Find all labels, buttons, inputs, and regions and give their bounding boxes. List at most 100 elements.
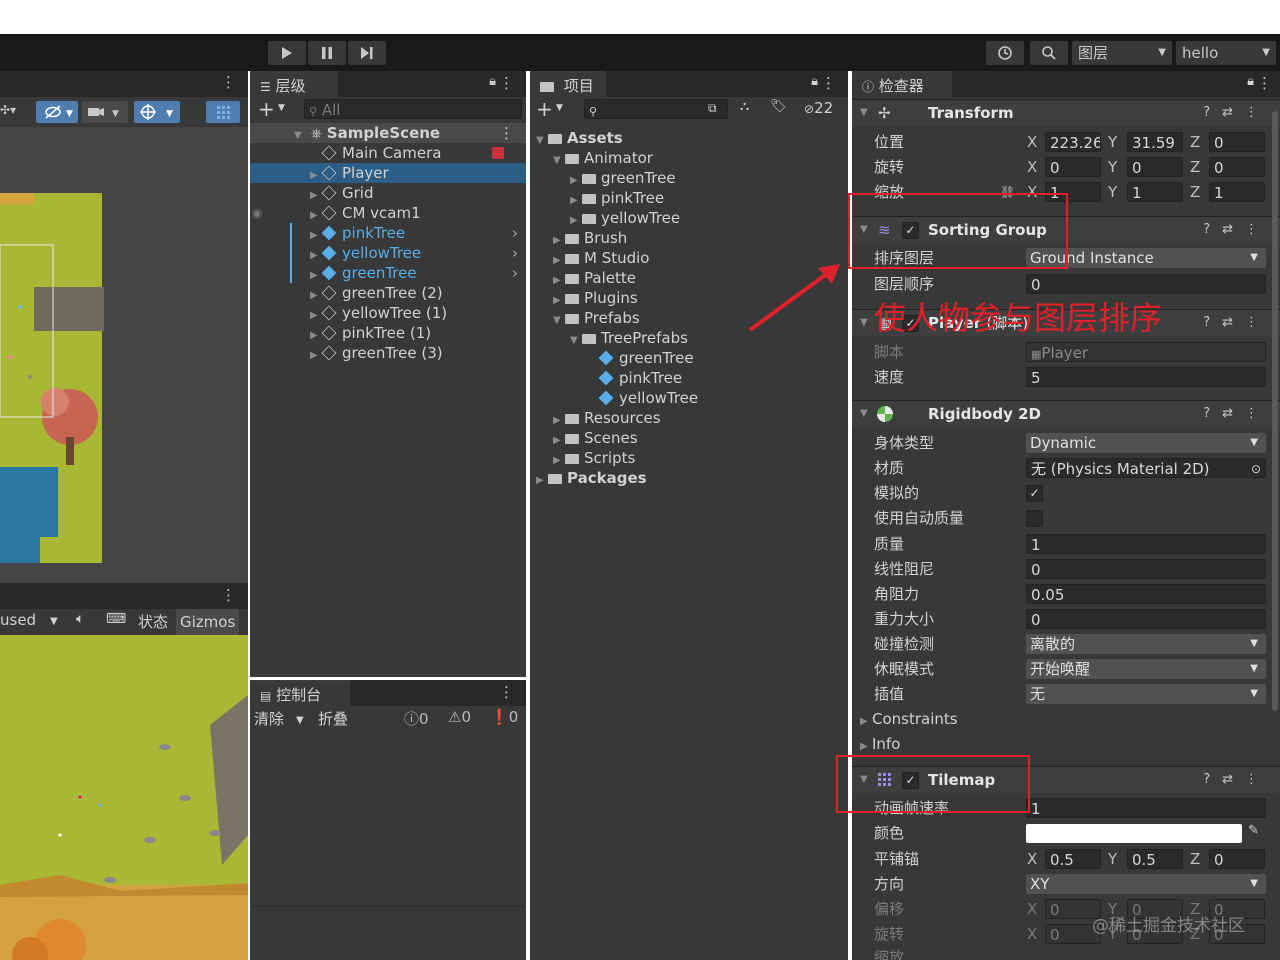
project-folder-item[interactable]: ▶ pinkTree [530,188,848,208]
component-menu-icons[interactable]: ?⇄⋮ [1203,401,1270,427]
anchor-z-field[interactable]: 0 [1209,849,1265,869]
angular-drag-field[interactable]: 0.05 [1026,584,1266,604]
rigidbody-header[interactable]: ▼ Rigidbody 2D ?⇄⋮ [852,400,1280,427]
chevron-down-icon[interactable]: ▼ [296,710,304,732]
inspector-scrollbar[interactable] [1272,111,1278,711]
position-x-field[interactable]: 223.26 [1045,132,1101,152]
more-menu-icon[interactable]: ⋮ [821,74,836,92]
tab-inspector[interactable]: ⓘ 检查器 [852,71,952,97]
project-folder-item[interactable]: ▶ Scripts [530,448,848,468]
hierarchy-item[interactable]: ▶ yellowTree › [250,243,526,263]
stats-button[interactable]: 状态 [138,611,168,632]
hierarchy-item[interactable]: ▶ pinkTree (1) [250,323,526,343]
type-filter-icon[interactable]: ⛬ [740,99,749,114]
project-prefab-item[interactable]: yellowTree [530,388,848,408]
project-folder-item[interactable]: ▶ greenTree [530,168,848,188]
hierarchy-item[interactable]: ▶ Grid [250,183,526,203]
object-picker-icon[interactable]: ⊙ [1251,459,1261,477]
chevron-right-icon[interactable]: › [512,263,518,283]
hierarchy-item[interactable]: ▶ yellowTree (1) [250,303,526,323]
auto-mass-checkbox[interactable] [1026,510,1043,527]
scene-view[interactable] [0,127,248,583]
body-type-dropdown[interactable]: Dynamic ▼ [1026,433,1266,453]
project-folder-item[interactable]: ▶ Packages [530,468,848,488]
grid-toggle[interactable] [206,101,240,123]
lock-icon[interactable]: 🔒︎ [1247,74,1254,89]
more-menu-icon[interactable]: ⋮ [221,586,236,604]
search-options-icon[interactable]: ⧉ [708,101,717,116]
hierarchy-search-input[interactable]: ⚲ All [304,99,522,119]
hierarchy-item[interactable]: Main Camera [250,143,526,163]
position-y-field[interactable]: 31.59 [1127,132,1183,152]
transform-header[interactable]: ▼ ✢ Transform ?⇄⋮ [852,99,1280,126]
history-button[interactable] [986,41,1024,65]
add-button[interactable]: + [258,97,275,121]
more-menu-icon[interactable]: ⋮ [499,123,514,143]
info-foldout[interactable]: ▶ Info [860,734,900,757]
position-z-field[interactable]: 0 [1209,132,1265,152]
color-swatch[interactable] [1026,824,1242,843]
scale-z-field[interactable]: 1 [1209,182,1265,202]
scale-y-field[interactable]: 1 [1127,182,1183,202]
project-folder-item[interactable]: ▶ Resources [530,408,848,428]
tab-project[interactable]: 项目 [530,71,606,97]
gravity-field[interactable]: 0 [1026,609,1266,629]
error-filter-button[interactable]: ❗0 [490,708,518,726]
speed-field[interactable]: 5 [1026,367,1266,387]
hierarchy-item[interactable]: ▶ pinkTree › [250,223,526,243]
component-menu-icons[interactable]: ?⇄⋮ [1203,310,1270,336]
eyedropper-icon[interactable]: ✎ [1248,823,1259,838]
collision-dropdown[interactable]: 离散的 ▼ [1026,634,1266,654]
layout-dropdown[interactable]: hello ▼ [1176,41,1276,65]
label-filter-icon[interactable]: 🏷︎ [770,99,787,114]
clear-button[interactable]: 清除 [254,708,284,729]
anchor-x-field[interactable]: 0.5 [1045,849,1101,869]
project-folder-item[interactable]: ▼ Assets [530,128,848,148]
move-tool-icon[interactable]: ✣▾ [0,103,16,117]
project-prefab-item[interactable]: greenTree [530,348,848,368]
resolution-dropdown[interactable]: used [0,611,36,629]
more-menu-icon[interactable]: ⋮ [499,683,514,701]
info-filter-button[interactable]: ⓘ0 [404,708,429,729]
simulated-checkbox[interactable]: ✓ [1026,485,1043,502]
component-menu-icons[interactable]: ?⇄⋮ [1203,217,1270,243]
step-button[interactable] [348,41,386,65]
more-menu-icon[interactable]: ⋮ [499,74,514,92]
hierarchy-item[interactable]: ▶ greenTree › [250,263,526,283]
game-view[interactable] [0,635,248,960]
chevron-right-icon[interactable]: › [512,223,518,243]
expand-right-icon[interactable]: ▶ [310,346,322,366]
hierarchy-item[interactable]: ▶ greenTree (3) [250,343,526,363]
rotation-y-field[interactable]: 0 [1127,157,1183,177]
sleep-dropdown[interactable]: 开始唤醒 ▼ [1026,659,1266,679]
layers-dropdown[interactable]: 图层 ▼ [1072,41,1172,65]
project-prefab-item[interactable]: pinkTree [530,368,848,388]
tab-console[interactable]: ▤ 控制台 [250,680,350,706]
keyboard-icon[interactable]: ⌨︎ [106,611,126,627]
project-folder-item[interactable]: ▶ Scenes [530,428,848,448]
add-asset-button[interactable]: + [536,97,553,121]
audio-icon[interactable]: 🔈︎ [76,611,84,627]
expand-right-icon[interactable]: ▶ [536,471,548,491]
rotation-z-field[interactable]: 0 [1209,157,1265,177]
anchor-y-field[interactable]: 0.5 [1127,849,1183,869]
component-menu-icons[interactable]: ?⇄⋮ [1203,100,1270,126]
pause-button[interactable] [308,41,346,65]
more-menu-icon[interactable]: ⋮ [221,73,236,91]
camera-dropdown[interactable]: ▼ [82,101,128,123]
hierarchy-item[interactable]: ▶ greenTree (2) [250,283,526,303]
gizmos-button[interactable]: Gizmos [176,609,240,635]
animation-frame-rate-field[interactable]: 1 [1026,798,1266,818]
material-field[interactable]: 无 (Physics Material 2D) ⊙ [1026,458,1266,478]
scene-row[interactable]: ▼ ⎈ SampleScene ⋮ [250,123,526,143]
visibility-toggle[interactable]: ▼ [36,101,78,123]
rotation-x-field[interactable]: 0 [1045,157,1101,177]
collapse-button[interactable]: 折叠 [318,708,348,729]
hierarchy-item[interactable]: ▶ CM vcam1 ◉ [250,203,526,223]
more-menu-icon[interactable]: ⋮ [1257,74,1272,92]
interpolate-dropdown[interactable]: 无 ▼ [1026,684,1266,704]
component-menu-icons[interactable]: ?⇄⋮ [1203,767,1270,793]
project-folder-item[interactable]: ▶ Brush [530,228,848,248]
hierarchy-item[interactable]: ▶ Player [250,163,526,183]
hidden-packages-button[interactable]: ⊘22 [804,99,833,117]
